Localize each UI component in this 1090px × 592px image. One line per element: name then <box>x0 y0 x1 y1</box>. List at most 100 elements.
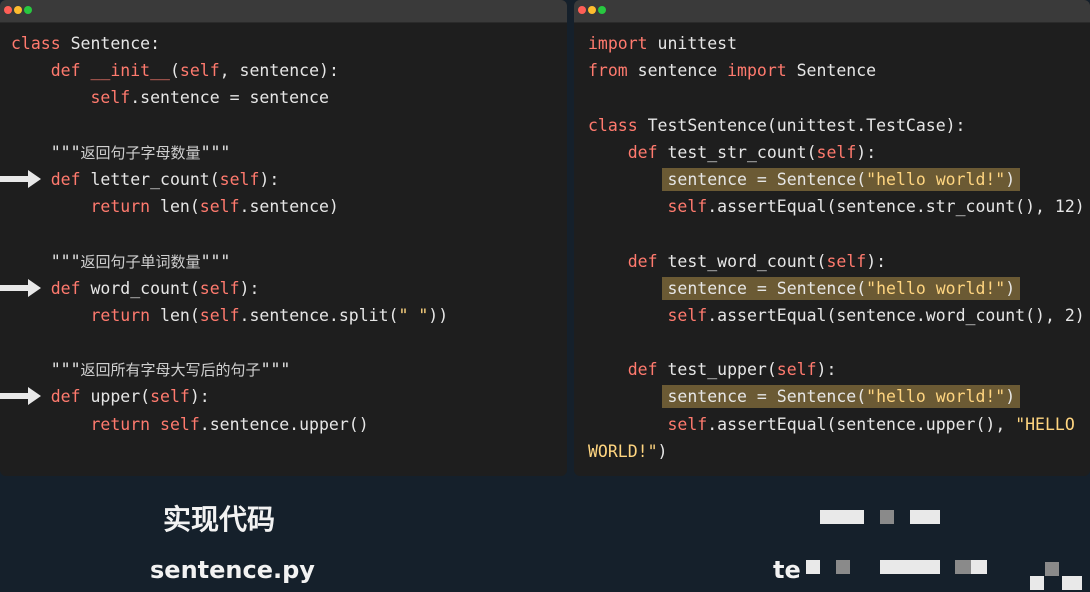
code-line: class Sentence: <box>11 30 567 57</box>
close-button[interactable] <box>4 6 12 14</box>
code-token: .sentence = sentence <box>130 88 329 108</box>
code-token: """ <box>200 142 231 162</box>
code-line: self.assertEqual(sentence.word_count(), … <box>588 302 1090 329</box>
code-keyword: def <box>50 169 91 189</box>
code-docstring: 返回句子单词数量 <box>80 252 201 271</box>
code-token: test_word_count( <box>667 251 827 271</box>
code-self: self <box>826 251 867 271</box>
code-self: self <box>179 61 220 81</box>
minimize-button[interactable] <box>588 6 596 14</box>
code-token: .assertEqual(sentence.str_count(), 12) <box>707 197 1085 217</box>
code-token: test_str_count( <box>667 142 817 162</box>
code-self: self <box>150 387 190 407</box>
code-string: "hello world!" <box>866 169 1006 189</box>
code-token: ) <box>1005 278 1016 298</box>
code-token: sentence = Sentence( <box>667 169 867 189</box>
code-self: self <box>199 278 240 298</box>
code-line: return self.sentence.upper() <box>11 411 567 438</box>
code-token: ) <box>657 441 668 461</box>
code-line: def test_str_count(self): <box>588 139 1090 166</box>
code-token: .sentence) <box>239 197 339 217</box>
code-keyword: def <box>50 387 91 407</box>
code-self: self <box>667 197 708 217</box>
code-token: sentence = Sentence( <box>667 387 867 407</box>
code-token: """ <box>200 251 231 271</box>
close-button[interactable] <box>578 6 586 14</box>
code-token: .sentence.upper() <box>199 414 369 434</box>
code-token: ) <box>1005 387 1016 407</box>
caption-right-filename: te <box>773 556 801 584</box>
code-token: TestSentence(unittest.TestCase): <box>647 115 966 135</box>
code-string: "HELLO <box>1015 414 1075 434</box>
highlighted-code: sentence = Sentence("hello world!") <box>662 385 1021 409</box>
code-line: sentence = Sentence("hello world!") <box>588 383 1090 410</box>
code-line: WORLD!") <box>588 438 1090 465</box>
code-editor-left[interactable]: class Sentence: def __init__(self, sente… <box>0 30 567 438</box>
code-string: "hello world!" <box>866 387 1006 407</box>
code-line: def test_word_count(self): <box>588 248 1090 275</box>
code-keyword: def <box>627 251 668 271</box>
code-window-test: import unittest from sentence import Sent… <box>574 0 1090 476</box>
code-line: """返回句子单词数量""" <box>11 248 567 275</box>
code-line: def letter_count(self): <box>0 166 567 193</box>
code-token: ): <box>816 360 837 380</box>
code-line: self.assertEqual(sentence.upper(), "HELL… <box>588 411 1090 438</box>
code-window-sentence: class Sentence: def __init__(self, sente… <box>0 0 567 476</box>
maximize-button[interactable] <box>598 6 606 14</box>
code-token: """ <box>11 360 81 380</box>
code-editor-right[interactable]: import unittest from sentence import Sent… <box>588 30 1090 465</box>
code-line: def word_count(self): <box>0 275 567 302</box>
code-self: self <box>776 360 817 380</box>
code-line: return len(self.sentence) <box>11 193 567 220</box>
code-keyword: return <box>90 414 161 434</box>
code-self: self <box>219 169 260 189</box>
maximize-button[interactable] <box>24 6 32 14</box>
highlighted-code: sentence = Sentence("hello world!") <box>662 167 1021 191</box>
code-line: return len(self.sentence.split(" ")) <box>11 302 567 329</box>
code-token: ): <box>239 278 260 298</box>
minimize-button[interactable] <box>14 6 22 14</box>
code-token: """ <box>260 360 291 380</box>
code-token: , sentence): <box>219 61 339 81</box>
code-token: ): <box>259 169 280 189</box>
code-token: test_upper( <box>667 360 777 380</box>
code-line: """返回所有字母大写后的句子""" <box>11 356 567 383</box>
code-line: self.assertEqual(sentence.str_count(), 1… <box>588 193 1090 220</box>
code-string: "hello world!" <box>866 278 1006 298</box>
highlighted-code: sentence = Sentence("hello world!") <box>662 276 1021 300</box>
code-token: Sentence: <box>70 34 161 53</box>
code-token: ): <box>189 387 210 407</box>
code-keyword: import <box>588 34 658 53</box>
code-token: """ <box>11 251 81 271</box>
code-line: self.sentence = sentence <box>11 84 567 111</box>
code-token: ) <box>1005 169 1016 189</box>
code-token: upper( <box>90 387 151 407</box>
code-keyword: def <box>50 61 91 81</box>
code-string: " " <box>398 305 429 325</box>
code-line: """返回句子字母数量""" <box>11 139 567 166</box>
code-token: ): <box>866 251 887 271</box>
code-self: self <box>160 414 200 434</box>
code-token: word_count( <box>90 278 200 298</box>
code-keyword: from <box>588 61 638 81</box>
code-self: self <box>667 414 708 434</box>
code-docstring: 返回所有字母大写后的句子 <box>80 361 261 380</box>
code-token: unittest <box>657 34 738 53</box>
code-line: def upper(self): <box>0 383 567 410</box>
